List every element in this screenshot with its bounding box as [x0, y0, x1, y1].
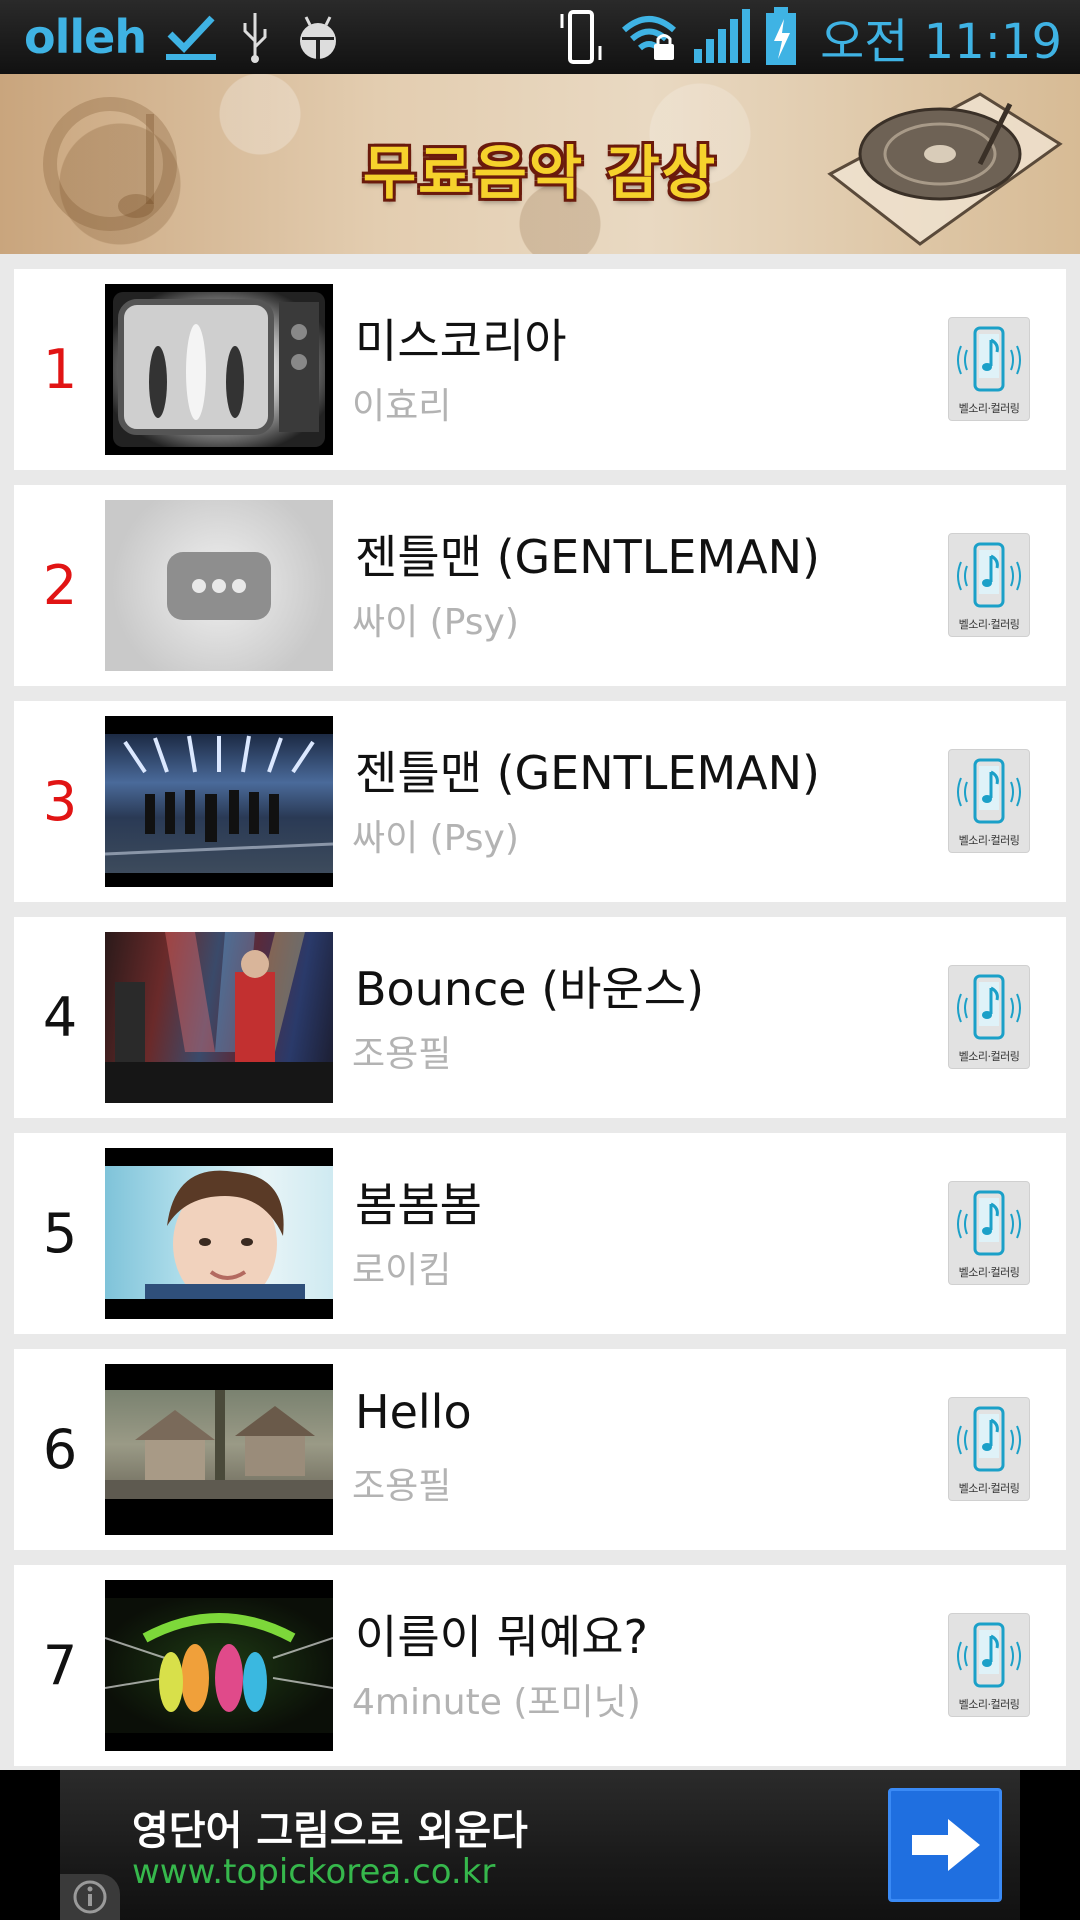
phone-music-icon [957, 542, 1021, 608]
phone-music-icon [957, 1190, 1021, 1256]
rank-number: 2 [42, 554, 78, 617]
singer-portrait-image [145, 1170, 305, 1306]
usb-icon [243, 13, 267, 63]
song-artist: 싸이 (Psy) [352, 818, 519, 859]
android-debug-icon [300, 16, 337, 59]
song-row[interactable]: 7 이름이 뭐예요? 4minute (포미닛) 벨소리·컬러링 [14, 1565, 1066, 1766]
song-title[interactable]: 젠틀맨 (GENTLEMAN) [355, 737, 820, 803]
ad-url[interactable]: www.topickorea.co.kr [132, 1852, 495, 1892]
video-thumbnail[interactable] [105, 1580, 333, 1751]
phone-music-icon [957, 1406, 1021, 1472]
song-title[interactable]: 젠틀맨 (GENTLEMAN) [355, 521, 820, 587]
ad-info-button[interactable] [60, 1874, 120, 1920]
phone-music-icon [957, 1622, 1021, 1688]
ringtone-label: 벨소리·컬러링 [958, 1050, 1020, 1063]
song-artist: 이효리 [352, 386, 452, 427]
rank-number: 3 [42, 770, 78, 833]
song-row[interactable]: 4 Bounce (바운스) 조용필 벨소리·컬러링 [14, 917, 1066, 1118]
song-artist: 로이킴 [352, 1250, 452, 1291]
clock: 오전 11:19 [820, 14, 1062, 70]
header-banner: 무료음악 감상 [0, 74, 1080, 254]
song-row[interactable]: 1 미스코리아 이효리 벨소리·컬러링 [14, 269, 1066, 470]
ringtone-label: 벨소리·컬러링 [958, 1266, 1020, 1279]
ad-banner[interactable]: 영단어 그림으로 외운다 www.topickorea.co.kr [0, 1770, 1080, 1920]
song-title[interactable]: 이름이 뭐예요? [355, 1601, 648, 1667]
turntable-icon [827, 92, 1063, 246]
ringtone-button[interactable]: 벨소리·컬러링 [948, 317, 1030, 421]
ringtone-label: 벨소리·컬러링 [958, 618, 1020, 631]
rank-number: 7 [42, 1634, 78, 1697]
ringtone-button[interactable]: 벨소리·컬러링 [948, 749, 1030, 853]
rank-number: 5 [42, 1202, 78, 1265]
battery-charging-icon [766, 7, 797, 65]
song-row[interactable]: 3 젠틀맨 (GENTLEMAN) 싸이 (Psy) 벨소리·컬러링 [14, 701, 1066, 902]
ringtone-button[interactable]: 벨소리·컬러링 [948, 1181, 1030, 1285]
video-thumbnail[interactable] [105, 1364, 333, 1535]
group-dance-image [105, 1613, 333, 1712]
song-artist: 조용필 [352, 1034, 452, 1075]
song-title[interactable]: Hello [355, 1385, 472, 1439]
rank-number: 1 [42, 338, 78, 401]
song-title[interactable]: 봄봄봄 [355, 1169, 482, 1235]
ad-go-button[interactable] [888, 1788, 1002, 1902]
ringtone-label: 벨소리·컬러링 [958, 834, 1020, 847]
ringtone-label: 벨소리·컬러링 [958, 1698, 1020, 1711]
vibrate-icon [560, 10, 602, 64]
rank-number: 6 [42, 1418, 78, 1481]
status-bar: olleh 오전 11:19 [0, 0, 1080, 74]
signal-icon [694, 9, 751, 63]
song-row[interactable]: 6 Hello 조용필 벨소리·컬러링 [14, 1349, 1066, 1550]
carrier-label: olleh [24, 10, 147, 64]
dance-scene-image [105, 735, 333, 856]
download-check-icon [166, 15, 217, 60]
song-row[interactable]: 5 봄봄봄 로이킴 벨소리·컬러링 [14, 1133, 1066, 1334]
video-thumbnail[interactable] [105, 284, 333, 455]
ringtone-button[interactable]: 벨소리·컬러링 [948, 1397, 1030, 1501]
ringtone-button[interactable]: 벨소리·컬러링 [948, 965, 1030, 1069]
ringtone-label: 벨소리·컬러링 [958, 402, 1020, 415]
tv-performers-image [118, 299, 319, 435]
rank-number: 4 [42, 986, 78, 1049]
ringtone-button[interactable]: 벨소리·컬러링 [948, 1613, 1030, 1717]
phone-music-icon [957, 326, 1021, 392]
ringtone-label: 벨소리·컬러링 [958, 1482, 1020, 1495]
street-scene-image [105, 1390, 333, 1499]
song-list: 1 미스코리아 이효리 벨소리·컬러링 2 젠틀맨 (GENTLEMAN) 싸이… [14, 269, 1066, 1781]
song-title[interactable]: 미스코리아 [355, 305, 567, 371]
song-row[interactable]: 2 젠틀맨 (GENTLEMAN) 싸이 (Psy) 벨소리·컬러링 [14, 485, 1066, 686]
wifi-lock-icon [622, 16, 677, 60]
song-artist: 조용필 [352, 1466, 452, 1507]
info-icon [73, 1880, 107, 1914]
video-thumbnail[interactable] [105, 500, 333, 671]
concert-scene-image [105, 932, 333, 1103]
phone-music-icon [957, 758, 1021, 824]
song-artist: 싸이 (Psy) [352, 602, 519, 643]
video-thumbnail[interactable] [105, 932, 333, 1103]
ringtone-button[interactable]: 벨소리·컬러링 [948, 533, 1030, 637]
video-placeholder-icon [167, 552, 271, 620]
arrow-right-icon [912, 1819, 980, 1871]
ad-content[interactable]: 영단어 그림으로 외운다 www.topickorea.co.kr [60, 1770, 1020, 1920]
video-thumbnail[interactable] [105, 716, 333, 887]
phone-music-icon [957, 974, 1021, 1040]
song-title[interactable]: Bounce (바운스) [355, 953, 704, 1019]
ad-headline[interactable]: 영단어 그림으로 외운다 [132, 1798, 528, 1856]
song-artist: 4minute (포미닛) [352, 1682, 641, 1723]
video-thumbnail[interactable] [105, 1148, 333, 1319]
